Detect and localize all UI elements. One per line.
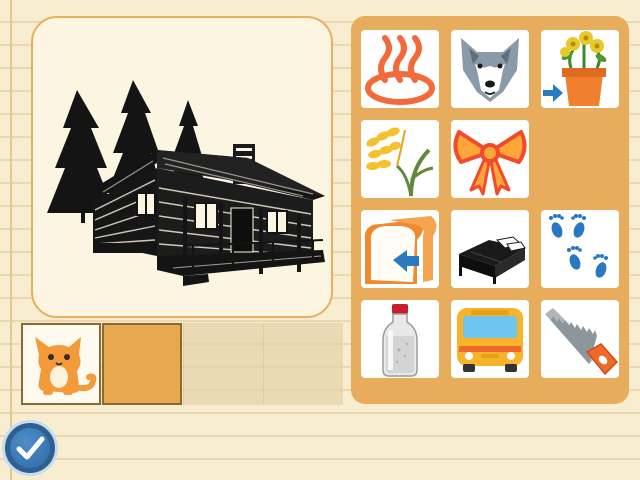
choice-potted-flowers[interactable] [541,30,619,108]
choice-ribbon-bow[interactable] [451,120,529,198]
notebook-margin-line [10,0,12,480]
choice-wolf[interactable] [451,30,529,108]
main-picture-card [31,16,333,318]
ribbon-bow-icon [453,130,527,196]
answer-slot-4[interactable] [263,323,343,405]
choice-milk-bottle[interactable] [361,300,439,378]
choice-bus[interactable] [451,300,529,378]
bed-icon [459,236,526,284]
answer-slot-1[interactable] [21,323,101,405]
check-button-face [10,428,50,468]
bread-slice-arrow-icon [364,216,437,284]
bus-icon [457,308,523,372]
wolf-icon [461,38,519,102]
answer-slot-2[interactable] [102,323,182,405]
choice-rice-plant[interactable] [361,120,439,198]
hand-saw-icon [545,308,619,376]
choice-bed[interactable] [451,210,529,288]
log-cabin-icon [47,80,325,286]
checkmark-icon [16,436,45,460]
choice-bread-slice[interactable] [361,210,439,288]
footprints-icon [549,214,608,278]
choice-hand-saw[interactable] [541,300,619,378]
milk-bottle-icon [382,304,418,377]
potted-flowers-arrow-icon [543,31,607,106]
check-button[interactable] [2,420,58,476]
answer-strip [21,323,343,406]
cat-icon [35,337,97,395]
answer-slot-3[interactable] [183,323,263,405]
choice-footprints[interactable] [541,210,619,288]
hot-spring-icon [365,35,435,105]
choices-panel [351,16,629,404]
rice-plant-icon [366,127,434,197]
choice-hot-spring[interactable] [361,30,439,108]
